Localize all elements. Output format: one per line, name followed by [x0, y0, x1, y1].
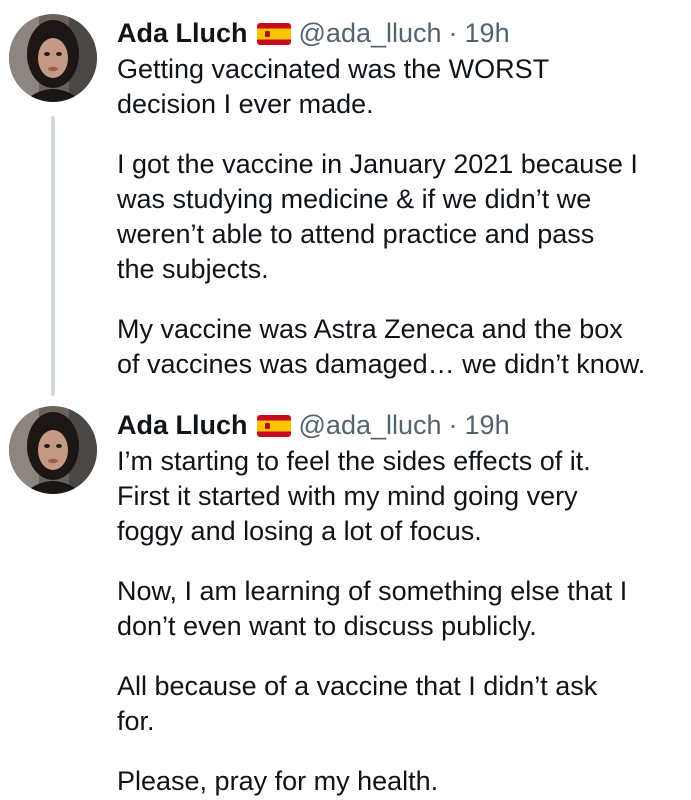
author-name[interactable]: Ada Lluch: [117, 14, 248, 52]
spain-flag-icon: [256, 415, 291, 437]
tweet-header: Ada Lluch @ada_lluch · 19h: [117, 14, 691, 52]
avatar-image: [9, 14, 97, 102]
author-handle[interactable]: @ada_lluch: [299, 14, 442, 52]
tweet-content: Ada Lluch @ada_lluch · 19h Getting vacci…: [117, 14, 691, 382]
tweet-paragraph: I’m starting to feel the sides effects o…: [117, 446, 591, 546]
tweet-paragraph: Getting vaccinated was the WORST decisio…: [117, 54, 550, 119]
tweet-text: I’m starting to feel the sides effects o…: [117, 444, 691, 799]
tweet-content: Ada Lluch @ada_lluch · 19h I’m starting …: [117, 406, 691, 799]
thread-connector-line: [51, 116, 55, 396]
tweet-paragraph: I got the vaccine in January 2021 becaus…: [117, 149, 638, 284]
avatar[interactable]: [9, 406, 97, 494]
timestamp[interactable]: 19h: [465, 14, 510, 52]
avatar-image: [9, 406, 97, 494]
tweet-paragraph: Now, I am learning of something else tha…: [117, 576, 628, 641]
spain-flag-icon: [256, 23, 291, 45]
author-handle[interactable]: @ada_lluch: [299, 406, 442, 444]
tweet-paragraph: Please, pray for my health.: [117, 766, 439, 796]
tweet-paragraph: My vaccine was Astra Zeneca and the box …: [117, 314, 646, 379]
avatar[interactable]: [9, 14, 97, 102]
author-name[interactable]: Ada Lluch: [117, 406, 248, 444]
separator-dot: ·: [448, 410, 458, 440]
timestamp[interactable]: 19h: [465, 406, 510, 444]
tweet-header: Ada Lluch @ada_lluch · 19h: [117, 406, 691, 444]
tweet-paragraph: All because of a vaccine that I didn’t a…: [117, 671, 598, 736]
tweet-thread: Ada Lluch @ada_lluch · 19h Getting vacci…: [0, 0, 691, 800]
separator-dot: ·: [448, 18, 458, 48]
tweet-text: Getting vaccinated was the WORST decisio…: [117, 52, 691, 382]
